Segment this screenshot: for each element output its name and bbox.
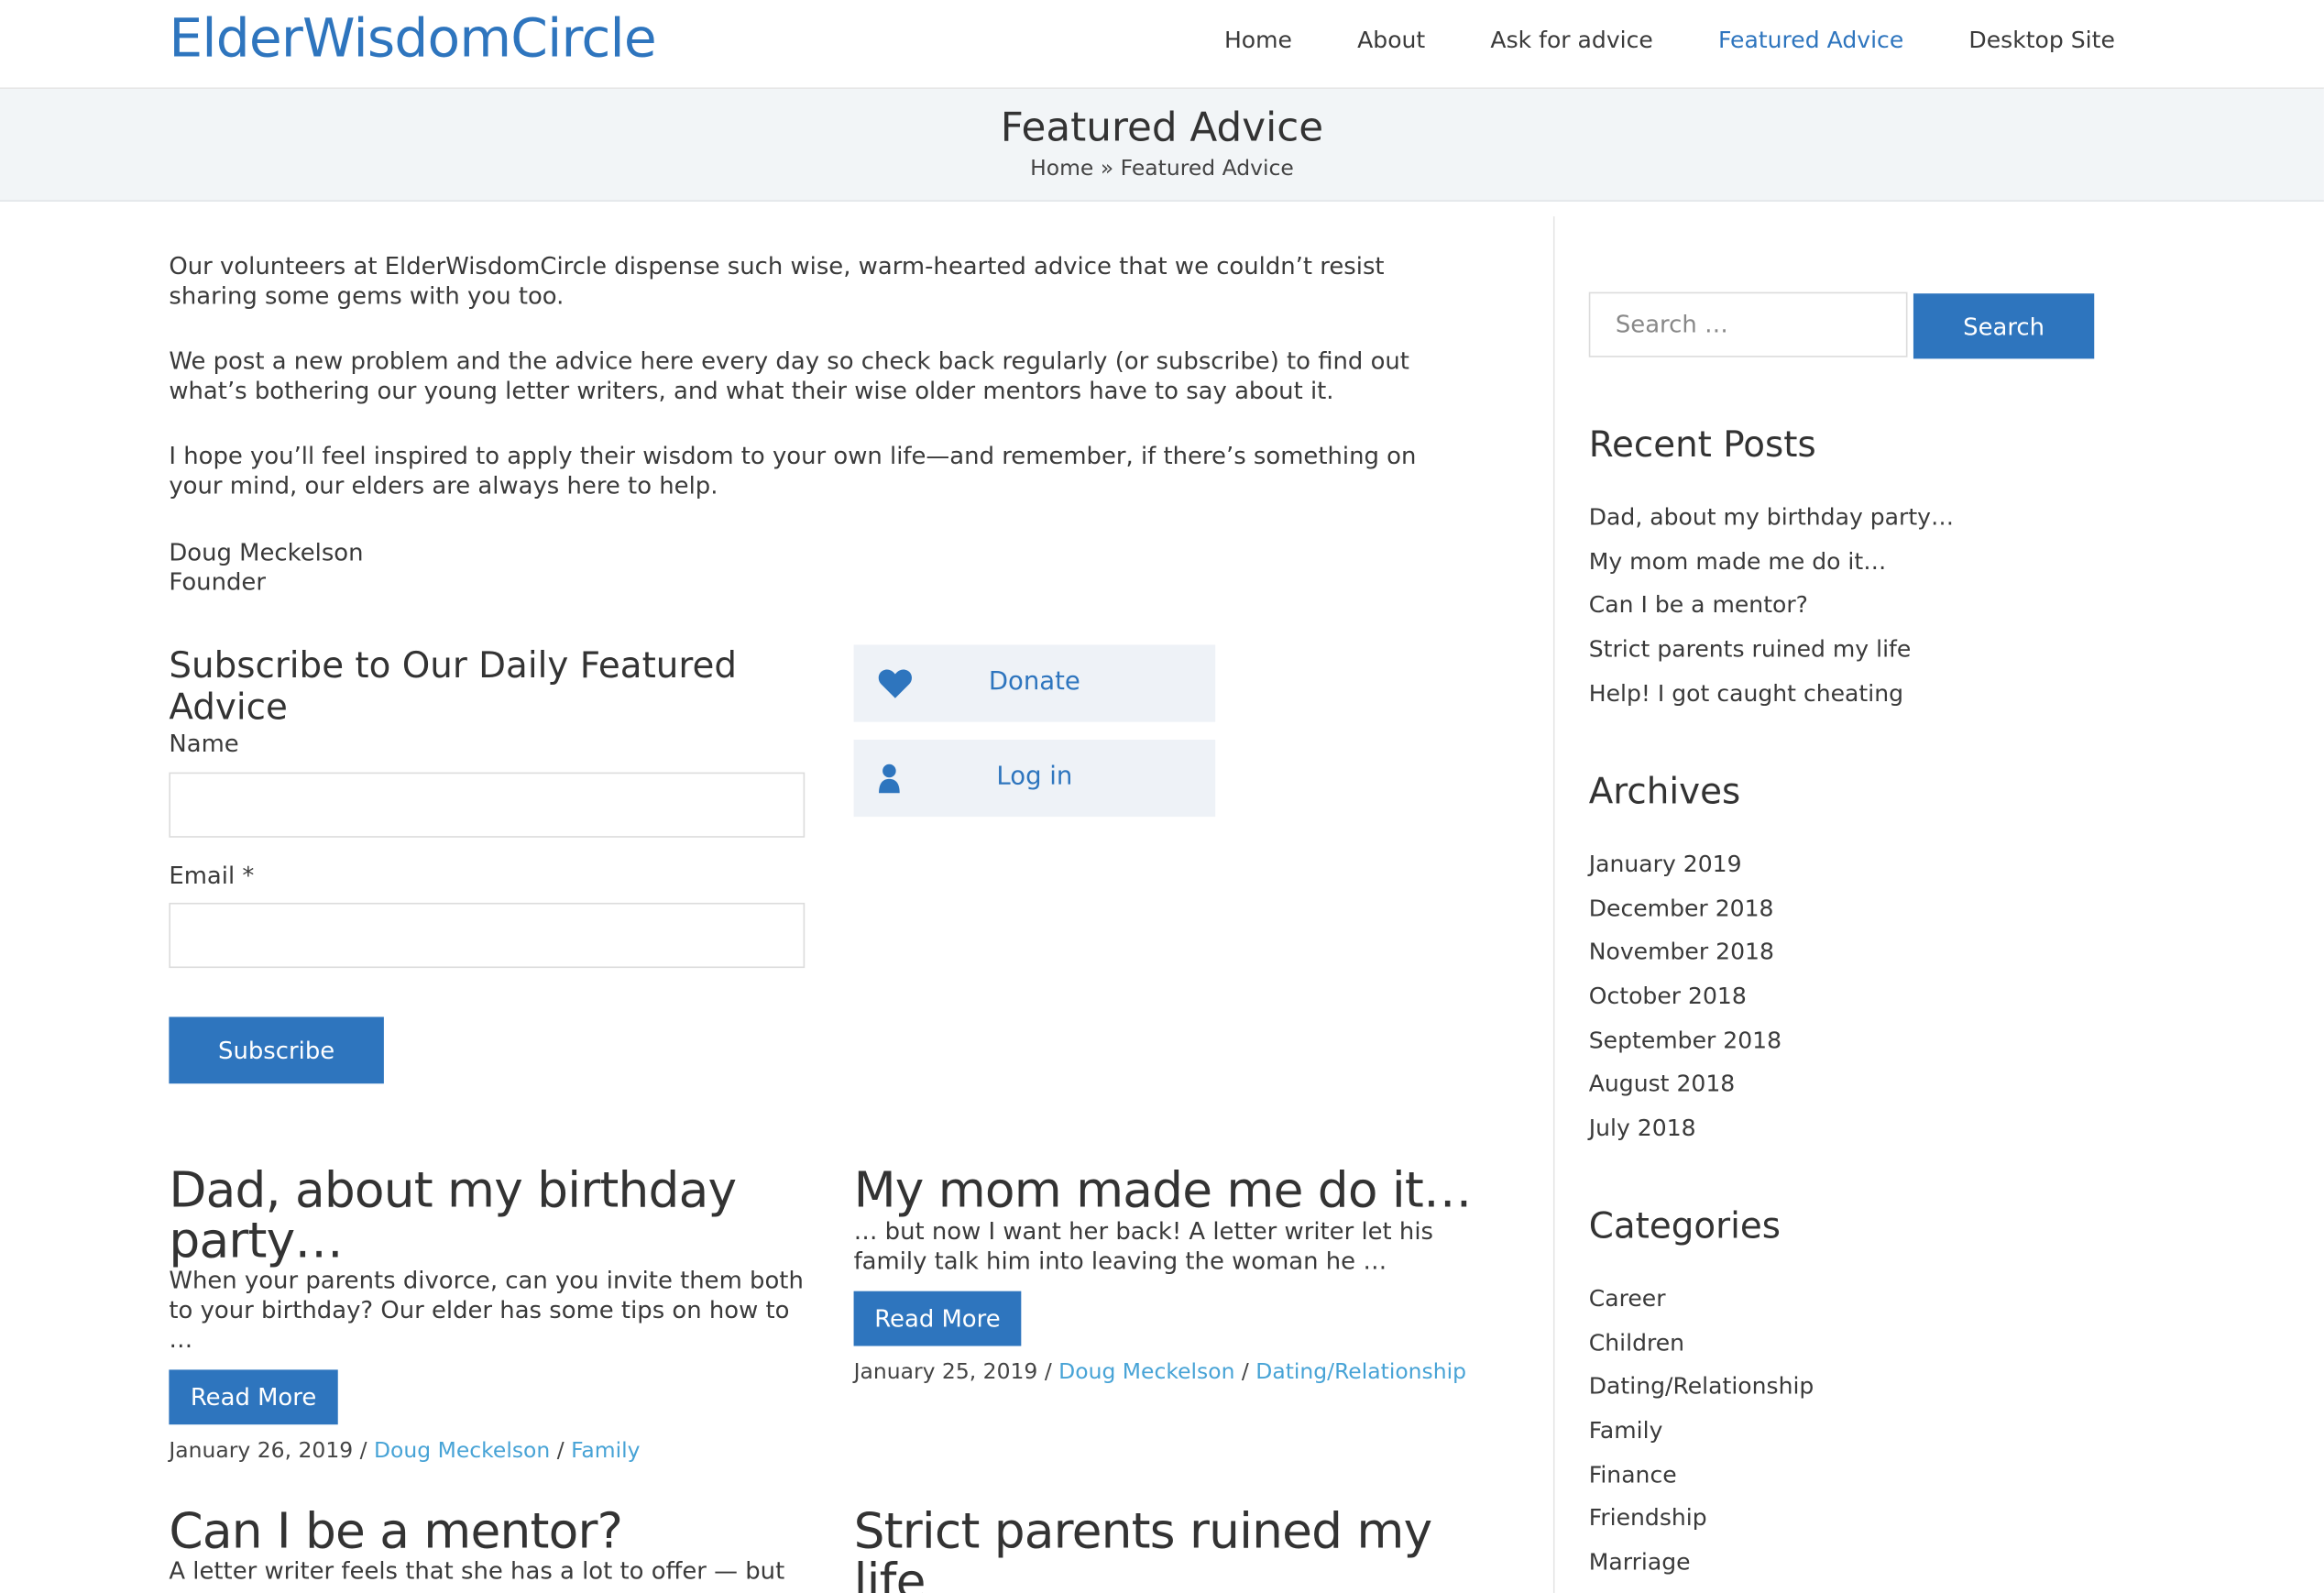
nav-desktop-site[interactable]: Desktop Site bbox=[1968, 27, 2114, 53]
subscribe-button[interactable]: Subscribe bbox=[169, 1016, 384, 1084]
meta-separator: / bbox=[1241, 1360, 1249, 1385]
site-header: ElderWisdomCircle Home About Ask for adv… bbox=[0, 0, 2324, 90]
login-label: Log in bbox=[996, 762, 1073, 792]
post-meta: January 25, 2019 / Doug Meckelson / Dati… bbox=[854, 1361, 1466, 1385]
post-excerpt: … but now I want her back! A letter writ… bbox=[853, 1216, 1434, 1275]
category-link[interactable]: Career bbox=[1589, 1284, 1814, 1328]
category-link[interactable]: Dating/Relationship bbox=[1589, 1372, 1814, 1416]
archives-title: Archives bbox=[1588, 770, 1741, 813]
nav-about[interactable]: About bbox=[1357, 27, 1425, 53]
donate-button[interactable]: Donate bbox=[853, 644, 1216, 722]
name-field[interactable] bbox=[169, 772, 806, 838]
post-date: January 26, 2019 bbox=[169, 1439, 354, 1464]
search-input[interactable]: Search … bbox=[1588, 291, 1908, 357]
signature: Doug Meckelson Founder bbox=[169, 538, 363, 598]
archive-link[interactable]: October 2018 bbox=[1589, 982, 1781, 1026]
recent-post-link[interactable]: Strict parents ruined my life bbox=[1589, 634, 1954, 678]
category-link[interactable]: Finance bbox=[1589, 1460, 1814, 1504]
breadcrumb-current: Featured Advice bbox=[1120, 157, 1294, 181]
categories-title: Categories bbox=[1588, 1204, 1781, 1247]
post-title[interactable]: Dad, about my birthday party… bbox=[169, 1164, 806, 1266]
archive-link[interactable]: August 2018 bbox=[1589, 1070, 1781, 1114]
login-button[interactable]: Log in bbox=[853, 740, 1216, 818]
post-author-link[interactable]: Doug Meckelson bbox=[1058, 1361, 1234, 1385]
read-more-button[interactable]: Read More bbox=[853, 1291, 1022, 1346]
nav-home[interactable]: Home bbox=[1224, 27, 1292, 53]
page-title-banner: Featured Advice bbox=[0, 89, 2324, 202]
categories-list: Career Children Dating/Relationship Fami… bbox=[1589, 1284, 1814, 1592]
donate-label: Donate bbox=[988, 666, 1080, 698]
archive-link[interactable]: September 2018 bbox=[1589, 1026, 1781, 1070]
post-category-link[interactable]: Family bbox=[571, 1439, 640, 1463]
sidebar-divider bbox=[1552, 216, 1555, 1593]
page: ElderWisdomCircle Home About Ask for adv… bbox=[0, 0, 2324, 1593]
archive-link[interactable]: November 2018 bbox=[1589, 938, 1781, 982]
site-logo[interactable]: ElderWisdomCircle bbox=[169, 9, 656, 70]
signature-role: Founder bbox=[169, 567, 266, 597]
meta-separator: / bbox=[1044, 1360, 1052, 1385]
post-author-link[interactable]: Doug Meckelson bbox=[374, 1439, 550, 1463]
post-title[interactable]: Strict parents ruined my life bbox=[854, 1505, 1447, 1593]
archives-list: January 2019 December 2018 November 2018… bbox=[1589, 850, 1781, 1158]
post-title[interactable]: Can I be a mentor? bbox=[169, 1505, 806, 1556]
category-link[interactable]: Children bbox=[1589, 1328, 1814, 1372]
email-field[interactable] bbox=[169, 902, 806, 969]
read-more-button[interactable]: Read More bbox=[169, 1369, 338, 1425]
archive-link[interactable]: July 2018 bbox=[1589, 1114, 1781, 1158]
intro-paragraph: We post a new problem and the advice her… bbox=[169, 346, 1409, 405]
page-title: Featured Advice bbox=[1000, 104, 1324, 151]
recent-post-link[interactable]: Help! I got caught cheating bbox=[1589, 678, 1954, 722]
post-category-link[interactable]: Dating/Relationship bbox=[1255, 1361, 1466, 1385]
category-link[interactable]: Friendship bbox=[1589, 1504, 1814, 1548]
nav-featured-advice[interactable]: Featured Advice bbox=[1718, 27, 1903, 53]
intro-paragraph: Our volunteers at ElderWisdomCircle disp… bbox=[169, 251, 1385, 311]
archive-link[interactable]: December 2018 bbox=[1589, 894, 1781, 938]
recent-post-link[interactable]: Can I be a mentor? bbox=[1589, 590, 1954, 634]
breadcrumb: Home » Featured Advice bbox=[0, 157, 2324, 181]
main-nav: Home About Ask for advice Featured Advic… bbox=[1159, 27, 2115, 53]
post-excerpt: A letter writer feels that she has a lot… bbox=[169, 1556, 785, 1585]
breadcrumb-home[interactable]: Home bbox=[1030, 157, 1093, 181]
recent-post-link[interactable]: My mom made me do it… bbox=[1589, 546, 1954, 590]
post-excerpt: When your parents divorce, can you invit… bbox=[169, 1266, 804, 1354]
subscribe-title: Subscribe to Our Daily Featured Advice bbox=[169, 644, 738, 729]
post-meta: January 26, 2019 / Doug Meckelson / Fami… bbox=[169, 1439, 640, 1463]
recent-posts-title: Recent Posts bbox=[1588, 423, 1816, 466]
recent-posts-list: Dad, about my birthday party… My mom mad… bbox=[1589, 502, 1954, 722]
category-link[interactable]: Marriage bbox=[1589, 1548, 1814, 1592]
search-button[interactable]: Search bbox=[1913, 293, 2095, 359]
meta-separator: / bbox=[359, 1439, 367, 1464]
post-title[interactable]: My mom made me do it… bbox=[854, 1164, 1491, 1215]
post-date: January 25, 2019 bbox=[853, 1360, 1038, 1385]
name-label: Name bbox=[169, 729, 239, 758]
signature-name: Doug Meckelson bbox=[169, 538, 364, 566]
nav-ask-for-advice[interactable]: Ask for advice bbox=[1490, 27, 1652, 53]
archive-link[interactable]: January 2019 bbox=[1589, 850, 1781, 894]
recent-post-link[interactable]: Dad, about my birthday party… bbox=[1589, 502, 1954, 546]
meta-separator: / bbox=[556, 1439, 565, 1464]
breadcrumb-separator: » bbox=[1100, 157, 1114, 181]
email-label: Email * bbox=[169, 861, 255, 890]
intro-paragraph: I hope you’ll feel inspired to apply the… bbox=[169, 441, 1417, 500]
category-link[interactable]: Family bbox=[1589, 1416, 1814, 1460]
